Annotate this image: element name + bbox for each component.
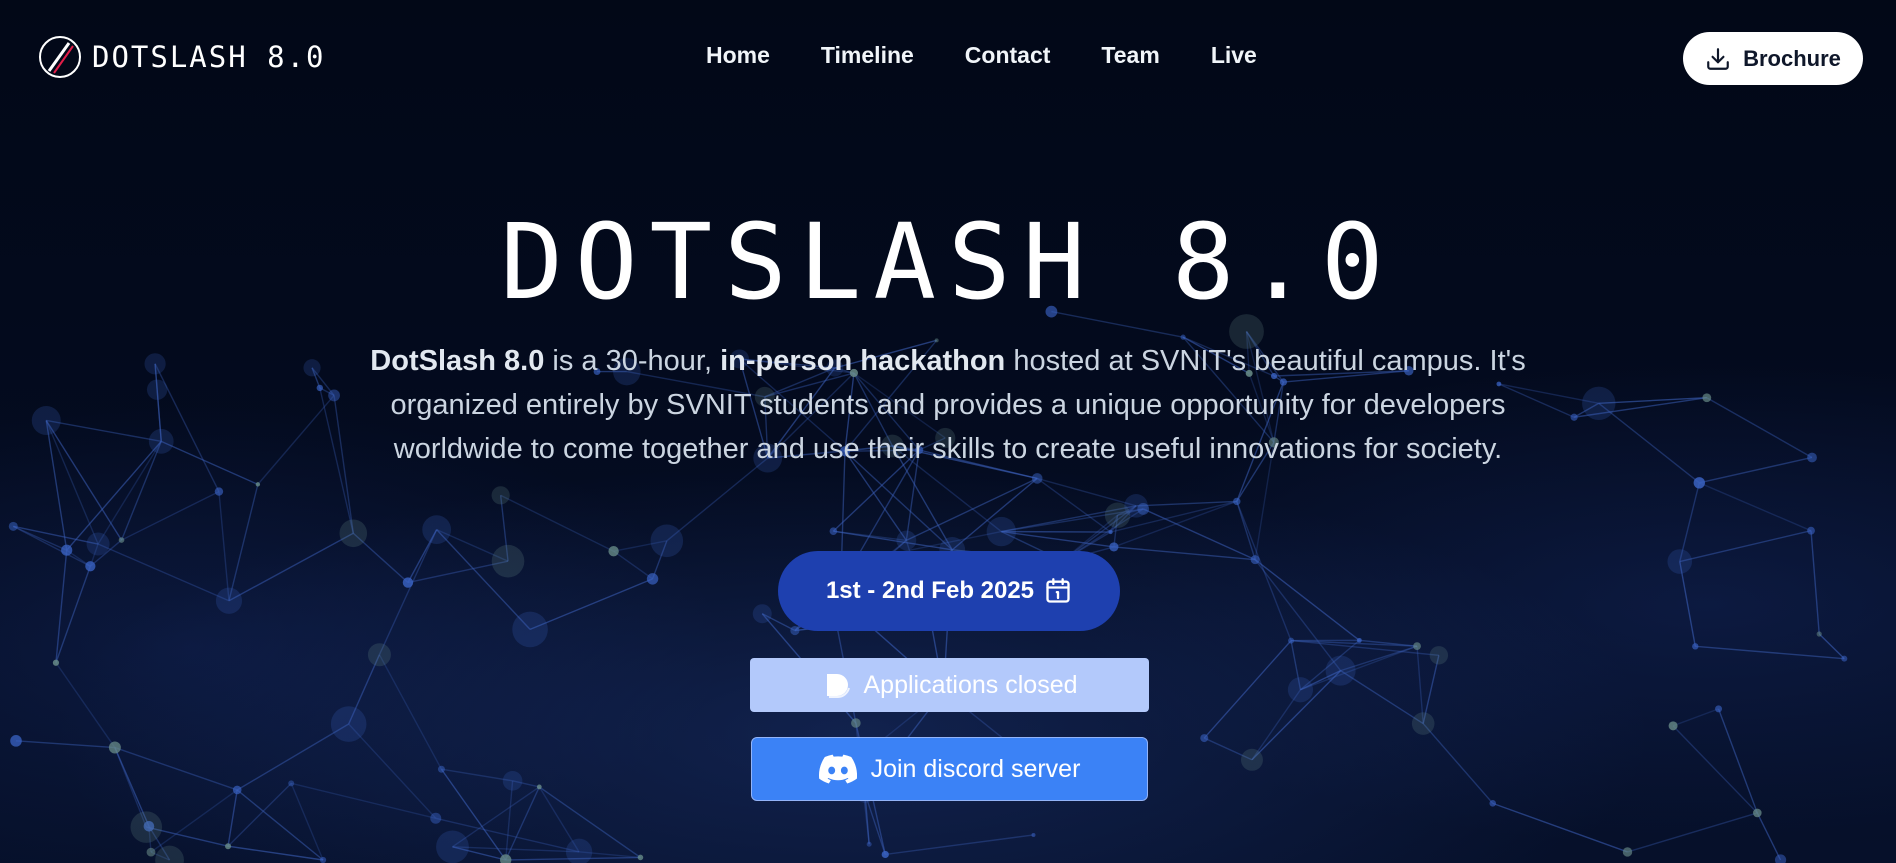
- hero-description: DotSlash 8.0 is a 30-hour, in-person hac…: [345, 339, 1551, 471]
- brochure-label: Brochure: [1743, 45, 1841, 71]
- join-discord-label: Join discord server: [870, 754, 1081, 783]
- hero-desc-hackathon: in-person hackathon: [720, 345, 1006, 377]
- applications-closed-button[interactable]: Applications closed: [750, 658, 1149, 712]
- nav-item-team[interactable]: Team: [1101, 42, 1159, 69]
- download-icon: [1707, 47, 1729, 70]
- main-nav: Home Timeline Contact Team Live: [706, 42, 1257, 69]
- event-date-label: 1st - 2nd Feb 2025: [825, 577, 1035, 604]
- brochure-button[interactable]: Brochure: [1683, 32, 1863, 85]
- join-discord-button[interactable]: Join discord server: [751, 737, 1148, 801]
- event-date-badge: 1st - 2nd Feb 2025: [778, 551, 1120, 631]
- applications-closed-label: Applications closed: [863, 670, 1078, 699]
- site-header: DOTSLASH 8.0 Home Timeline Contact Team …: [0, 0, 1896, 118]
- hero-desc-name: DotSlash 8.0: [370, 345, 545, 377]
- hero-desc-text-1: is a 30-hour,: [544, 345, 721, 377]
- logo-mark-icon: [39, 36, 81, 78]
- logo-text: DOTSLASH 8.0: [92, 40, 326, 74]
- nav-item-live[interactable]: Live: [1211, 42, 1257, 69]
- discord-icon: [818, 754, 857, 784]
- site-logo[interactable]: DOTSLASH 8.0: [38, 34, 326, 80]
- nav-item-contact[interactable]: Contact: [965, 42, 1051, 69]
- hero-title: DOTSLASH 8.0: [500, 201, 1396, 323]
- nav-item-home[interactable]: Home: [706, 42, 770, 69]
- calendar-icon: [1046, 578, 1070, 603]
- nav-item-timeline[interactable]: Timeline: [821, 42, 914, 69]
- devfolio-icon: [827, 674, 851, 698]
